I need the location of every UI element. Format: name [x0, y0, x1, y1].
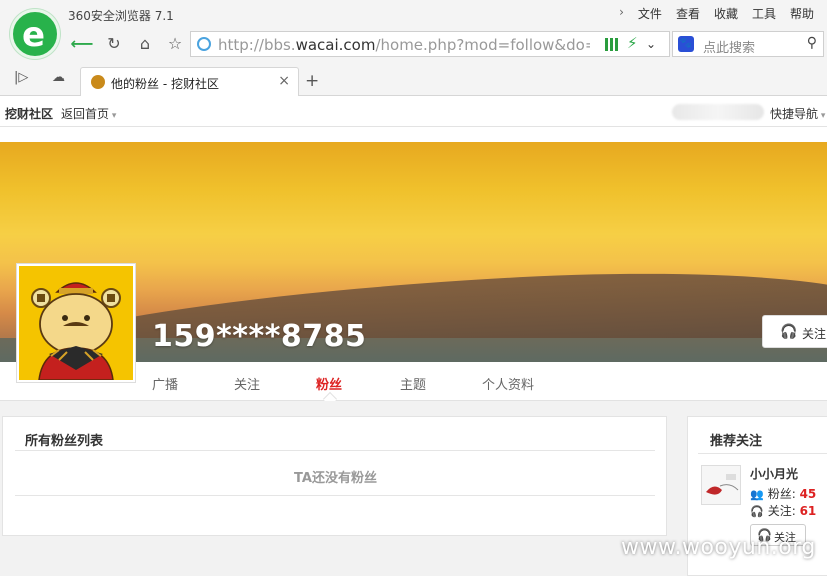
follow-button[interactable]: 🎧 关注: [762, 315, 827, 348]
tab-broadcast[interactable]: 广播: [152, 374, 178, 393]
site-topbar: 挖财社区 返回首页 ▾ 快捷导航 ▾: [0, 96, 827, 127]
users-icon: 👥: [750, 488, 764, 501]
avatar: [19, 266, 133, 380]
browser-title: 360安全浏览器 7.1: [68, 9, 174, 23]
address-url[interactable]: http://bbs.wacai.com/home.php?mod=follow…: [218, 36, 590, 54]
recommend-user-name[interactable]: 小小月光: [750, 465, 798, 482]
tab-title: 他的粉丝 - 挖财社区: [111, 77, 219, 91]
flower-avatar-icon: [702, 466, 740, 504]
menu-view[interactable]: 查看: [669, 5, 707, 22]
profile-username: 159****8785: [152, 319, 367, 354]
recommend-follow-row: 🎧 关注: 61: [750, 504, 817, 518]
menu-favorites[interactable]: 收藏: [707, 5, 745, 22]
recommend-user-avatar[interactable]: [701, 465, 741, 505]
headphones-icon: 🎧: [750, 505, 764, 518]
browser-menu: › 文件 查看 收藏 工具 帮助: [612, 5, 821, 22]
browser-navbar: ⟵ ↻ ⌂ ☆ http://bbs.wacai.com/home.php?mo…: [0, 28, 827, 60]
god-of-wealth-avatar-icon: [19, 266, 133, 380]
search-icon[interactable]: ⚲: [807, 35, 817, 51]
tab-profile[interactable]: 个人资料: [482, 374, 534, 393]
e-logo-icon: e: [22, 15, 46, 55]
divider: [15, 450, 655, 451]
close-tab-icon[interactable]: ×: [278, 73, 290, 89]
home-icon[interactable]: ⌂: [133, 32, 157, 56]
browser-tabbar: |▷ ☁ 他的粉丝 - 挖财社区 × +: [0, 60, 827, 96]
watermark: www.wooyun.org: [621, 535, 816, 560]
back-arrow-icon[interactable]: ⟵: [70, 32, 94, 56]
recommend-fans-row: 👥 粉丝: 45: [750, 487, 817, 501]
menu-help[interactable]: 帮助: [783, 5, 821, 22]
tab-topics[interactable]: 主题: [400, 374, 426, 393]
refresh-icon[interactable]: ↻: [102, 32, 126, 56]
tab-fans[interactable]: 粉丝: [316, 374, 342, 393]
qr-code-icon[interactable]: [605, 38, 618, 51]
recommend-title: 推荐关注: [710, 434, 763, 449]
fans-empty-text: TA还没有粉丝: [294, 471, 377, 486]
new-tab-icon[interactable]: +: [305, 71, 319, 91]
fans-panel: 所有粉丝列表 TA还没有粉丝: [2, 416, 667, 536]
browser-logo[interactable]: e: [10, 9, 60, 59]
recommend-fans-count: 45: [799, 487, 817, 501]
favicon-icon: [91, 75, 105, 89]
blurred-user-info: [672, 104, 764, 120]
quick-nav[interactable]: 快捷导航 ▾: [770, 105, 825, 122]
caret-down-icon: ▾: [109, 111, 117, 121]
menu-tools[interactable]: 工具: [745, 5, 783, 22]
recommend-follow-count: 61: [799, 504, 817, 518]
divider: [698, 453, 827, 454]
caret-down-icon: ▾: [818, 111, 826, 121]
url-host: wacai.com: [295, 36, 376, 54]
baidu-paw-icon[interactable]: 🐾: [678, 36, 694, 52]
profile-avatar[interactable]: [16, 263, 136, 383]
sidebar-toggle-icon[interactable]: |▷: [14, 70, 28, 85]
browser-titlebar: 360安全浏览器 7.1 › 文件 查看 收藏 工具 帮助: [0, 0, 827, 28]
lightning-icon[interactable]: ⚡: [627, 34, 638, 52]
divider: [15, 495, 655, 496]
address-bar[interactable]: http://bbs.wacai.com/home.php?mod=follow…: [190, 31, 670, 57]
follow-button-label: 关注: [802, 327, 827, 341]
search-placeholder: 点此搜索: [703, 41, 756, 56]
headphones-icon: 🎧: [780, 324, 798, 340]
search-box[interactable]: 🐾 点此搜索 ⚲: [672, 31, 824, 57]
home-link[interactable]: 返回首页 ▾: [61, 105, 116, 122]
address-dropdown-icon[interactable]: ⌄: [646, 37, 656, 51]
globe-icon: [197, 37, 211, 51]
fans-panel-title: 所有粉丝列表: [25, 434, 104, 449]
tab-following[interactable]: 关注: [234, 374, 260, 393]
tab-fans-page[interactable]: 他的粉丝 - 挖财社区 ×: [80, 67, 299, 96]
menu-expand-icon[interactable]: ›: [612, 5, 631, 22]
star-icon[interactable]: ☆: [163, 32, 187, 56]
cloud-icon[interactable]: ☁: [52, 70, 65, 85]
site-name[interactable]: 挖财社区: [5, 105, 53, 122]
menu-file[interactable]: 文件: [631, 5, 669, 22]
